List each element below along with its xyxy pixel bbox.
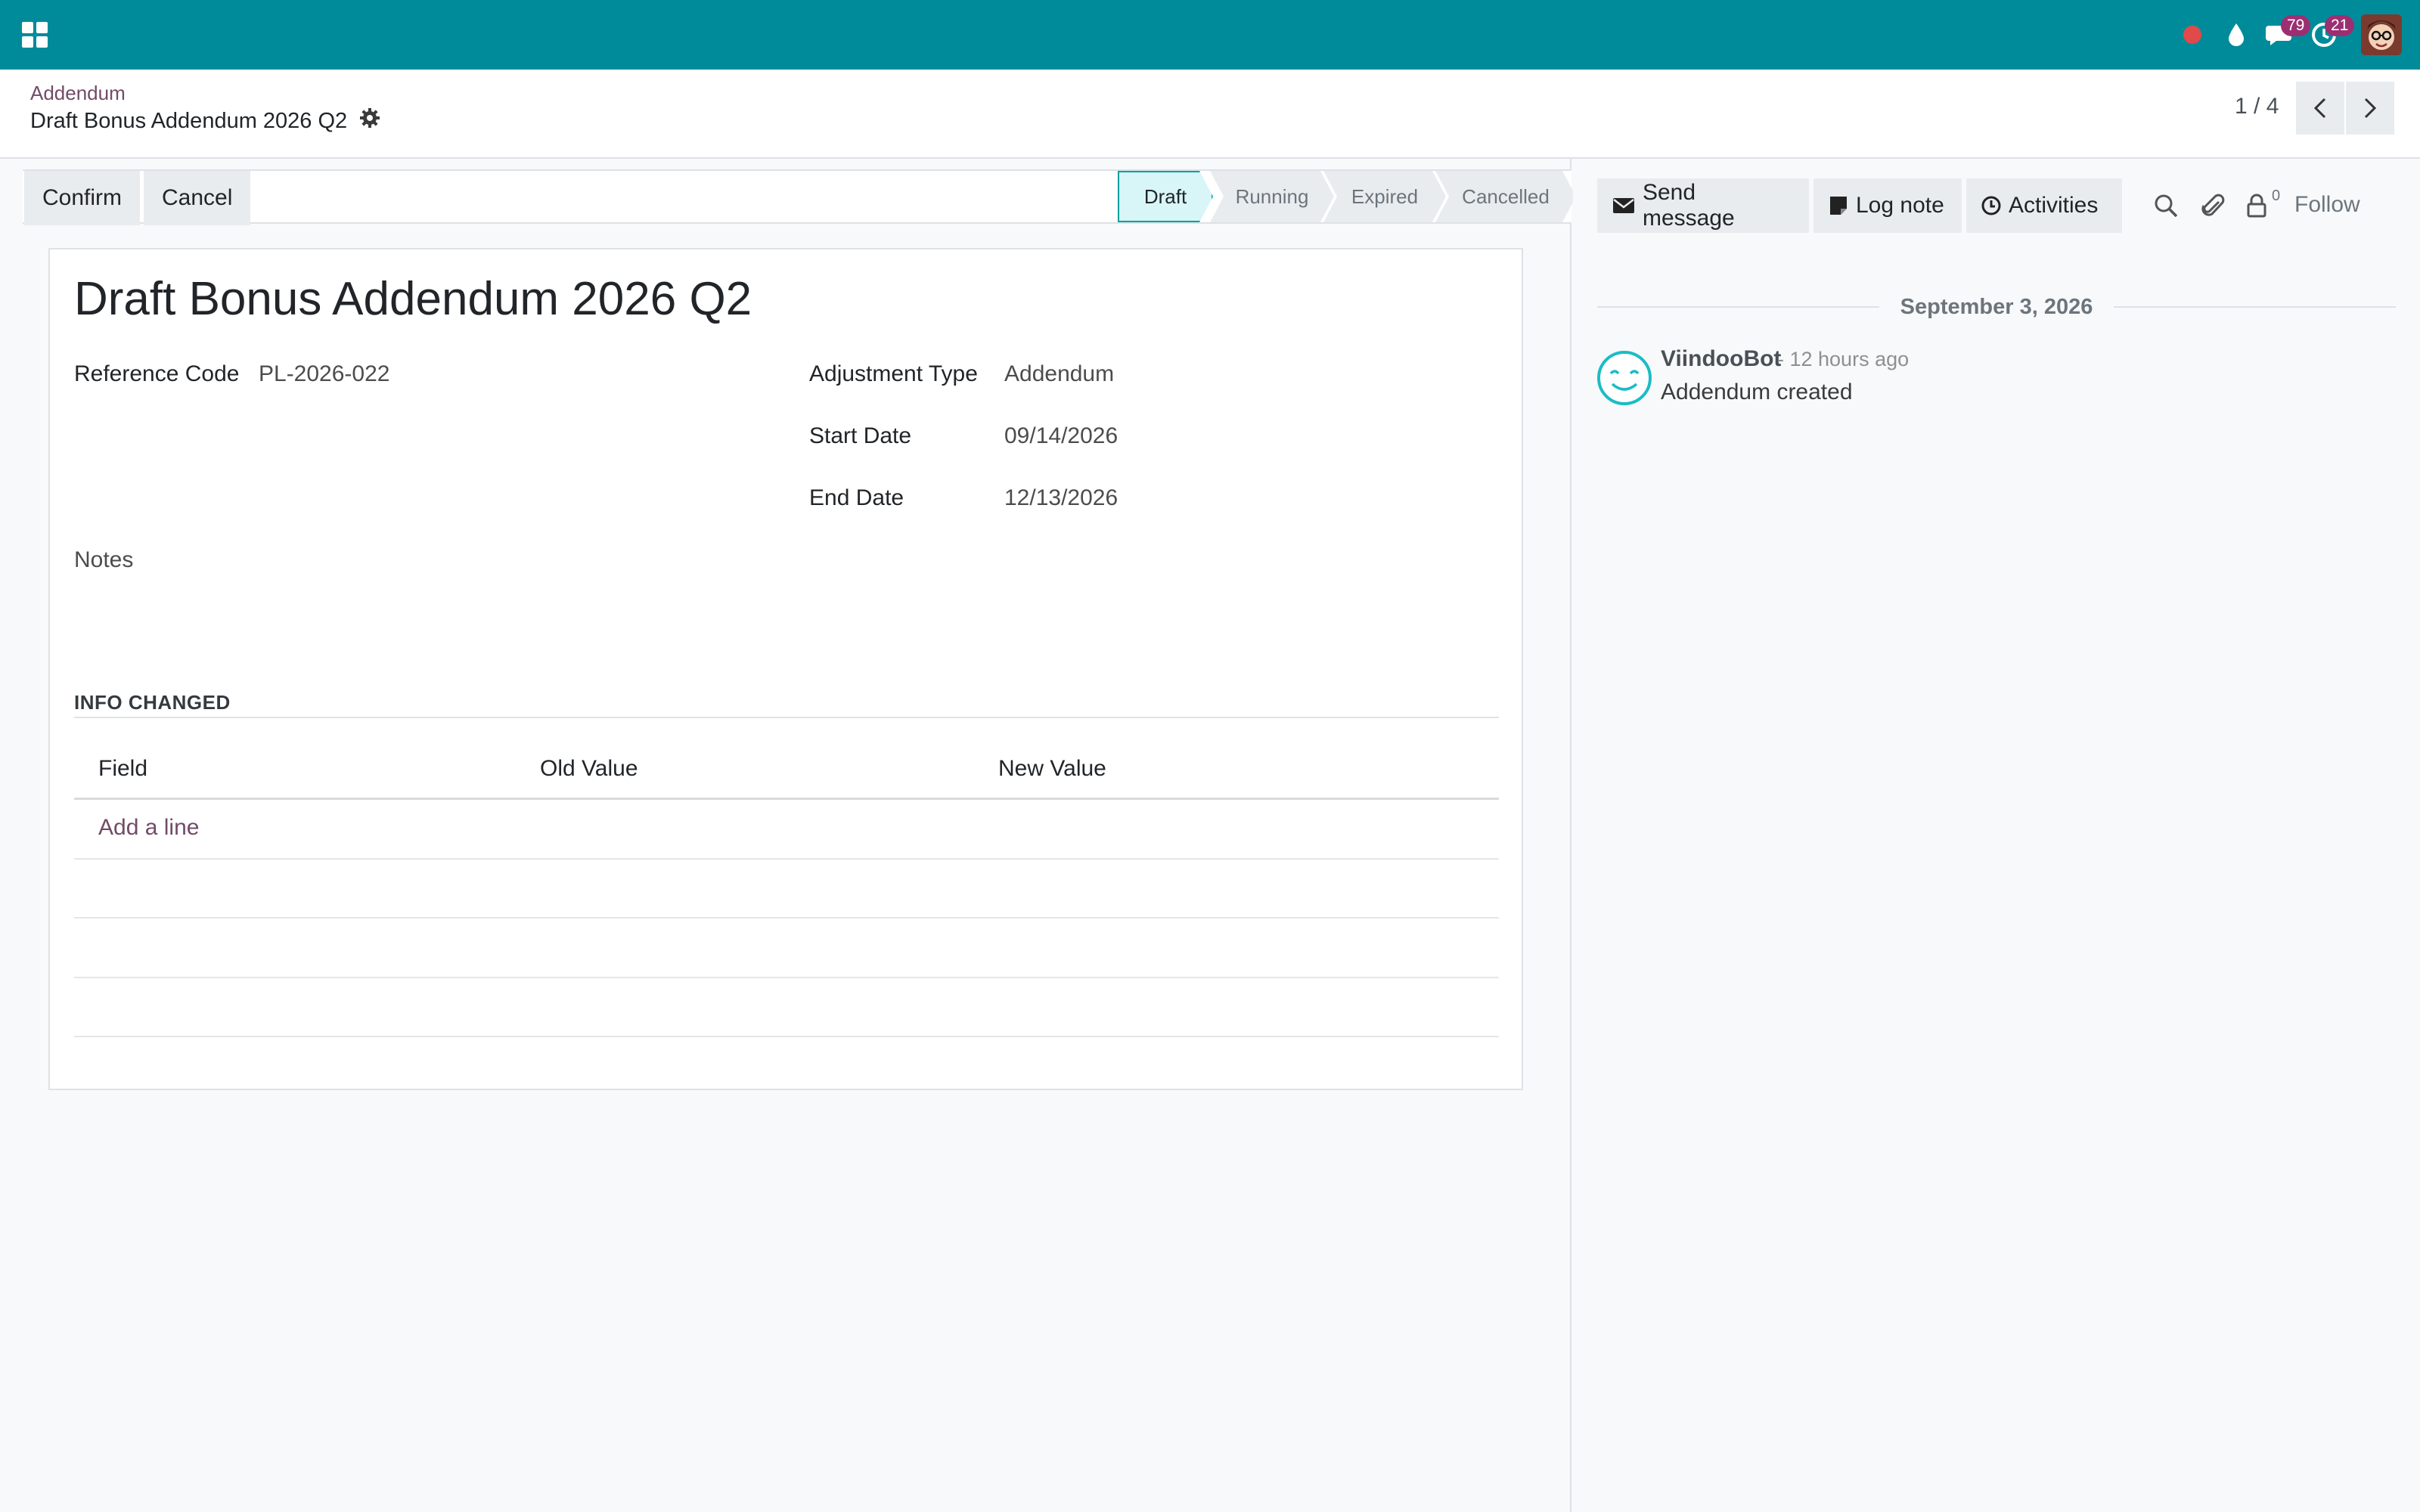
stage-cancelled[interactable]: Cancelled bbox=[1435, 171, 1576, 222]
divider-line bbox=[1597, 306, 1879, 308]
activities-count-badge: 21 bbox=[2325, 15, 2355, 36]
reference-code-label: Reference Code bbox=[74, 361, 240, 386]
form-view: Confirm Cancel Draft Running Expired Can… bbox=[0, 159, 1571, 1512]
date-separator-label: September 3, 2026 bbox=[1900, 294, 2093, 319]
stage-draft[interactable]: Draft bbox=[1118, 171, 1213, 222]
table-row bbox=[74, 1036, 1499, 1037]
notes-label: Notes bbox=[74, 547, 134, 572]
add-a-line-link[interactable]: Add a line bbox=[98, 815, 199, 841]
systray: 79 21 bbox=[2170, 12, 2402, 57]
confirm-button[interactable]: Confirm bbox=[24, 171, 141, 225]
column-header-new-value[interactable]: New Value bbox=[998, 756, 1106, 782]
clock-icon bbox=[1981, 196, 2001, 215]
user-avatar[interactable] bbox=[2361, 14, 2402, 55]
message-author[interactable]: ViindooBot bbox=[1661, 346, 1781, 372]
table-row bbox=[74, 858, 1499, 917]
table-header-divider bbox=[74, 798, 1499, 800]
messages-icon[interactable]: 79 bbox=[2258, 12, 2311, 57]
control-panel: Addendum Draft Bonus Addendum 2026 Q2 1 … bbox=[0, 70, 2420, 159]
breadcrumb-current: Draft Bonus Addendum 2026 Q2 bbox=[30, 107, 380, 135]
info-changed-section-title: INFO CHANGED bbox=[74, 691, 231, 714]
reference-code-field[interactable]: PL-2026-022 bbox=[259, 361, 389, 387]
log-note-label: Log note bbox=[1856, 193, 1944, 218]
envelope-icon bbox=[1612, 198, 1634, 213]
chevron-right-icon bbox=[2364, 98, 2377, 119]
activities-label: Activities bbox=[2009, 193, 2099, 218]
stage-expired[interactable]: Expired bbox=[1323, 171, 1446, 222]
divider-line bbox=[2114, 306, 2397, 308]
note-icon bbox=[1830, 197, 1847, 215]
column-header-old-value[interactable]: Old Value bbox=[540, 756, 638, 782]
form-statusbar: Confirm Cancel Draft Running Expired Can… bbox=[23, 169, 1571, 225]
recording-dot-icon[interactable] bbox=[2170, 12, 2214, 57]
notes-field[interactable] bbox=[74, 579, 1499, 655]
message-body: Addendum created bbox=[1661, 380, 1853, 404]
breadcrumb-current-label: Draft Bonus Addendum 2026 Q2 bbox=[30, 108, 348, 133]
followers-icon[interactable] bbox=[2242, 191, 2272, 221]
start-date-field[interactable]: 09/14/2026 bbox=[1004, 423, 1118, 449]
activities-button[interactable]: Activities bbox=[1966, 178, 2122, 233]
chevron-left-icon bbox=[2313, 98, 2326, 119]
message-timestamp: - 12 hours ago bbox=[1777, 348, 1910, 370]
top-navbar: 79 21 bbox=[0, 0, 2420, 70]
section-divider bbox=[74, 717, 1499, 718]
start-date-label: Start Date bbox=[809, 423, 912, 448]
stage-running[interactable]: Running bbox=[1210, 171, 1334, 222]
send-message-button[interactable]: Send message bbox=[1597, 178, 1809, 233]
form-sheet: Draft Bonus Addendum 2026 Q2 Reference C… bbox=[48, 248, 1523, 1090]
breadcrumb-parent-link[interactable]: Addendum bbox=[30, 82, 126, 105]
send-message-label: Send message bbox=[1642, 180, 1735, 231]
pager-previous-button[interactable] bbox=[2296, 82, 2344, 135]
table-row bbox=[74, 917, 1499, 976]
activities-clock-icon[interactable]: 21 bbox=[2302, 12, 2355, 57]
date-separator: September 3, 2026 bbox=[1597, 292, 2397, 322]
follower-count: 0 bbox=[2272, 187, 2281, 204]
paperclip-icon[interactable] bbox=[2198, 191, 2228, 221]
apps-menu-icon[interactable] bbox=[20, 20, 50, 50]
end-date-field[interactable]: 12/13/2026 bbox=[1004, 485, 1118, 511]
bot-avatar-icon[interactable] bbox=[1596, 349, 1653, 407]
drop-icon[interactable] bbox=[2214, 12, 2258, 57]
column-header-field[interactable]: Field bbox=[98, 756, 147, 782]
record-title[interactable]: Draft Bonus Addendum 2026 Q2 bbox=[74, 272, 752, 326]
table-row bbox=[74, 977, 1499, 1036]
log-note-button[interactable]: Log note bbox=[1813, 178, 1962, 233]
gear-icon[interactable] bbox=[359, 107, 380, 135]
chatter-panel: Send message Log note Activities 0 Follo… bbox=[1573, 159, 2420, 1512]
follow-button[interactable]: Follow bbox=[2294, 192, 2360, 218]
stage-pipeline: Draft Running Expired Cancelled bbox=[1118, 171, 1576, 225]
cancel-button[interactable]: Cancel bbox=[144, 171, 251, 225]
search-icon[interactable] bbox=[2151, 191, 2181, 221]
adjustment-type-label: Adjustment Type bbox=[809, 361, 978, 386]
pager-value[interactable]: 1 / 4 bbox=[2235, 94, 2279, 119]
pager-next-button[interactable] bbox=[2346, 82, 2394, 135]
end-date-label: End Date bbox=[809, 485, 904, 510]
adjustment-type-field[interactable]: Addendum bbox=[1004, 361, 1114, 387]
